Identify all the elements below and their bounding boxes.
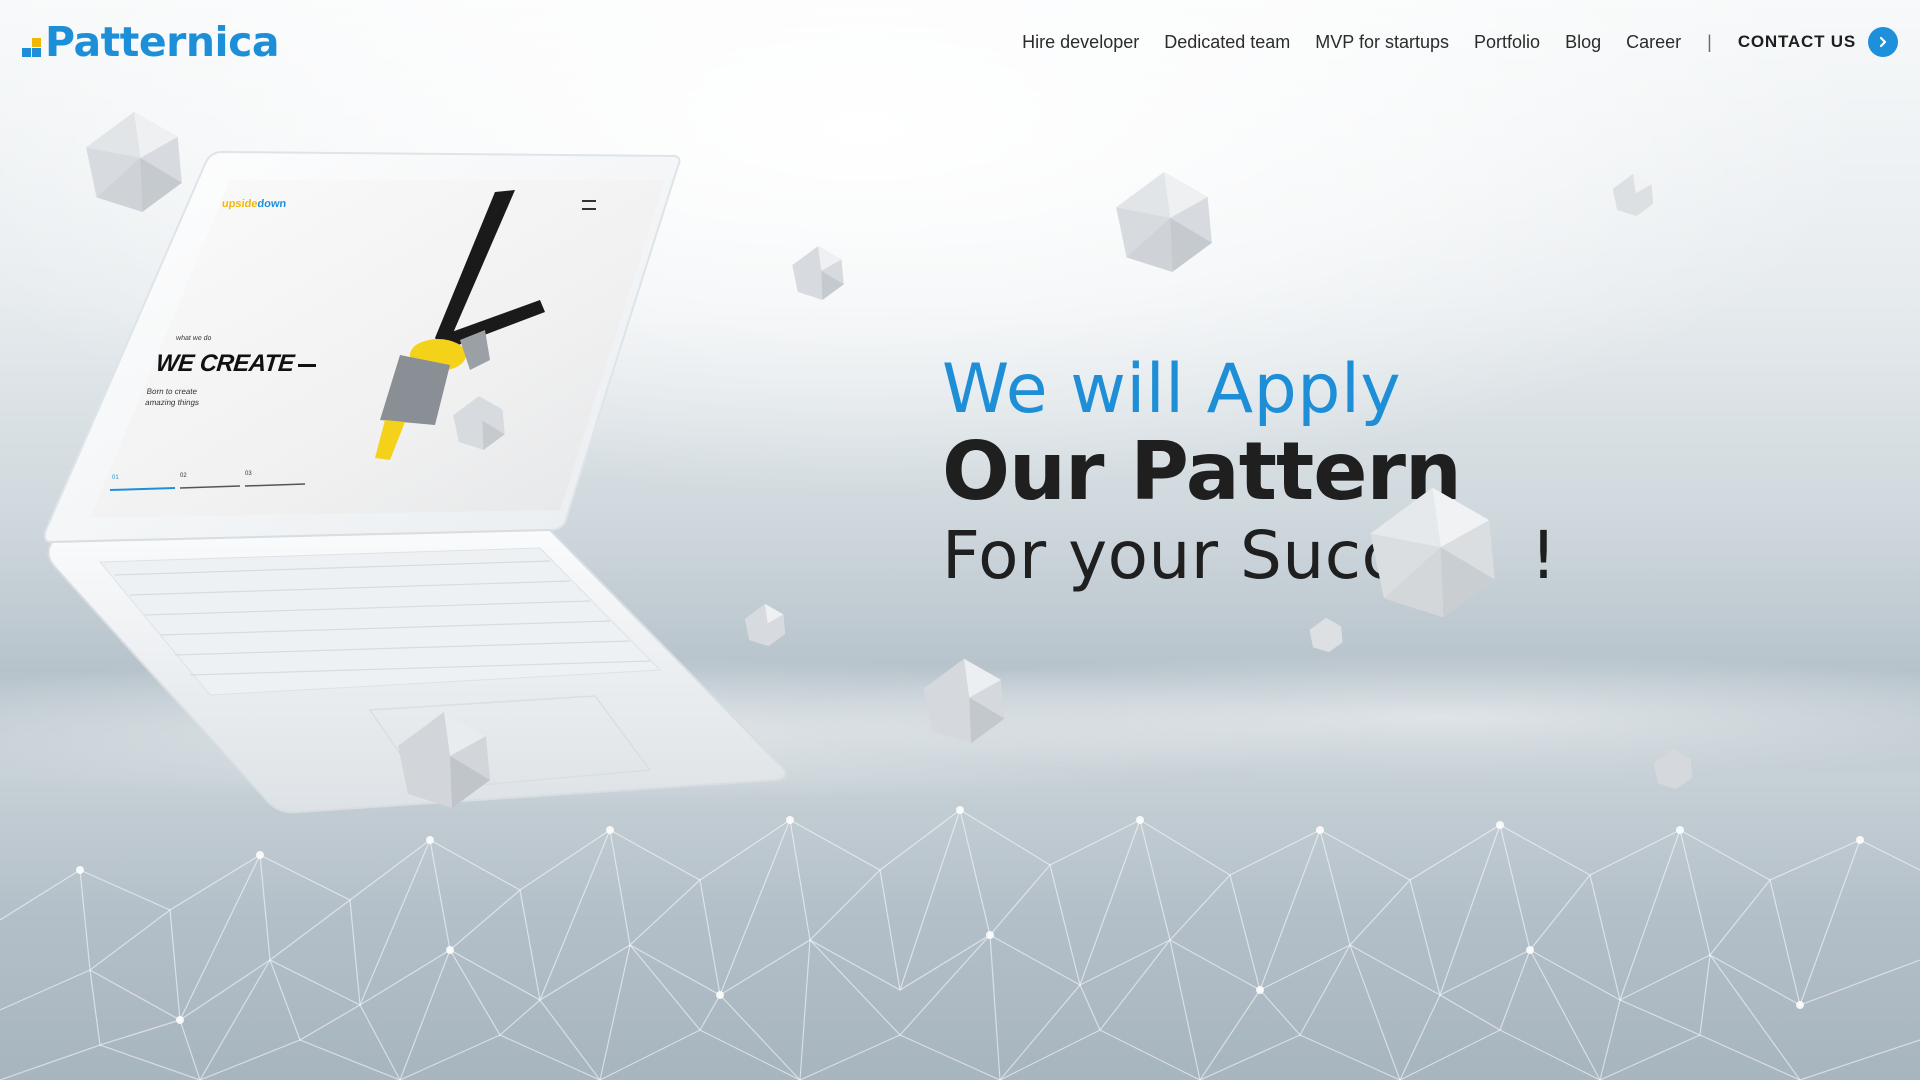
screen-headline-dash xyxy=(298,364,316,367)
polyhedron-decoration-10 xyxy=(1653,748,1693,790)
contact-us-label: CONTACT US xyxy=(1737,32,1856,51)
polyhedron-decoration-1 xyxy=(86,112,182,212)
main-navigation: Hire developer Dedicated team MVP for st… xyxy=(997,18,1898,66)
logo-wordmark: Patternica xyxy=(45,18,280,66)
polyhedron-decoration-11 xyxy=(398,712,490,808)
screen-page-3: 03 xyxy=(245,471,252,477)
hero-line-we-will-apply: We will Apply xyxy=(942,350,1402,429)
polyhedron-decoration-4 xyxy=(1612,173,1654,217)
screen-subtext: Born to create amazing things xyxy=(144,387,200,407)
screen-page-2: 02 xyxy=(180,473,187,479)
nav-portfolio[interactable]: Portfolio xyxy=(1474,32,1540,53)
nav-separator: | xyxy=(1707,31,1712,52)
polyhedron-decoration-6 xyxy=(1370,487,1495,618)
screen-eyebrow: what we do xyxy=(175,335,212,342)
polyhedron-decoration-3 xyxy=(792,246,844,300)
chevron-right-icon xyxy=(1868,27,1898,57)
contact-us-button[interactable]: CONTACT US xyxy=(1738,27,1898,57)
screen-menu-icon xyxy=(582,200,596,210)
nav-blog[interactable]: Blog xyxy=(1565,32,1601,53)
logo-mark-icon xyxy=(22,38,41,57)
screen-logo: upsidedown xyxy=(221,198,287,210)
nav-mvp-for-startups[interactable]: MVP for startups xyxy=(1315,32,1449,53)
screen-headline: WE CREATE xyxy=(154,350,296,377)
polyhedron-decoration-8 xyxy=(1309,617,1343,653)
nav-hire-developer[interactable]: Hire developer xyxy=(1022,32,1139,53)
nav-career[interactable]: Career xyxy=(1626,32,1681,53)
polyhedron-decoration-7 xyxy=(744,603,786,647)
polyhedron-decoration-5 xyxy=(453,396,505,450)
patternica-logo[interactable]: Patternica xyxy=(22,12,280,72)
screen-page-1: 01 xyxy=(112,475,119,481)
polyhedron-decoration-9 xyxy=(923,658,1005,744)
nav-dedicated-team[interactable]: Dedicated team xyxy=(1164,32,1290,53)
polyhedron-decoration-2 xyxy=(1116,172,1212,272)
